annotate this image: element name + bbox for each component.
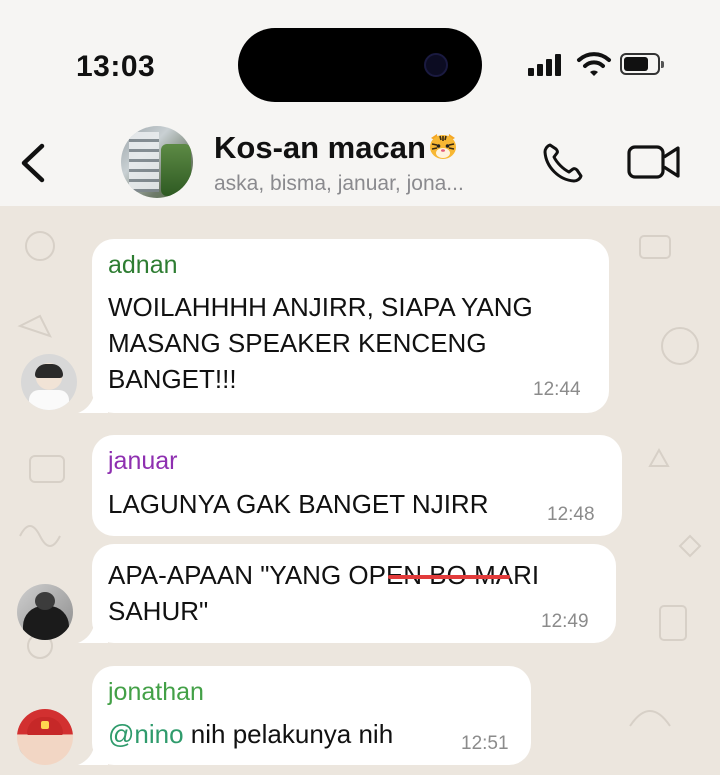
chat-title-text: Kos-an macan xyxy=(214,130,426,165)
message-bubble[interactable]: januar LAGUNYA GAK BANGET NJIRR 12:48 xyxy=(92,435,622,536)
mention-link[interactable]: @nino xyxy=(108,719,184,749)
phone-call-icon[interactable] xyxy=(540,140,586,186)
video-call-icon[interactable] xyxy=(626,142,682,182)
strikethrough-mark xyxy=(388,575,510,579)
message-bubble[interactable]: adnan WOILAHHHH ANJIRR, SIAPA YANG MASAN… xyxy=(78,239,609,413)
message-text-body: nih pelakunya nih xyxy=(183,719,394,749)
status-icons xyxy=(528,50,668,80)
message-text: @nino nih pelakunya nih xyxy=(108,716,393,752)
message-text: APA-APAAN "YANG OPEN BO MARI SAHUR" xyxy=(108,560,540,626)
tiger-emoji-icon xyxy=(429,134,456,159)
message-text: WOILAHHHH ANJIRR, SIAPA YANG MASANG SPEA… xyxy=(108,292,533,394)
battery-icon xyxy=(620,53,664,75)
bubble-tail xyxy=(78,387,108,413)
back-arrow-icon[interactable] xyxy=(12,138,56,188)
top-bar: 13:03 Kos-an macan aska, bisma, januar, … xyxy=(0,0,720,206)
message-bubble[interactable]: APA-APAAN "YANG OPEN BO MARI SAHUR" 12:4… xyxy=(78,544,616,643)
bubble-tail xyxy=(78,739,108,765)
group-avatar[interactable] xyxy=(121,126,193,198)
message-bubble[interactable]: jonathan @nino nih pelakunya nih 12:51 xyxy=(78,666,531,765)
dynamic-island xyxy=(238,28,482,102)
bubble-tail xyxy=(78,617,108,643)
wifi-icon xyxy=(577,52,611,76)
message-list[interactable]: adnan WOILAHHHH ANJIRR, SIAPA YANG MASAN… xyxy=(0,206,720,775)
message-time: 12:44 xyxy=(533,379,581,400)
sender-name[interactable]: jonathan xyxy=(108,678,204,707)
sender-name[interactable]: januar xyxy=(108,447,178,476)
sender-avatar[interactable] xyxy=(17,584,73,640)
sender-name[interactable]: adnan xyxy=(108,251,178,280)
message-time: 12:48 xyxy=(547,504,595,525)
message-text: LAGUNYA GAK BANGET NJIRR xyxy=(108,489,489,519)
sender-avatar[interactable] xyxy=(17,709,73,765)
sender-avatar[interactable] xyxy=(21,354,77,410)
chat-members[interactable]: aska, bisma, januar, jona... xyxy=(214,172,464,196)
message-time: 12:51 xyxy=(461,733,509,754)
chat-title[interactable]: Kos-an macan xyxy=(214,130,458,166)
message-time: 12:49 xyxy=(541,611,589,632)
status-time: 13:03 xyxy=(76,50,156,83)
